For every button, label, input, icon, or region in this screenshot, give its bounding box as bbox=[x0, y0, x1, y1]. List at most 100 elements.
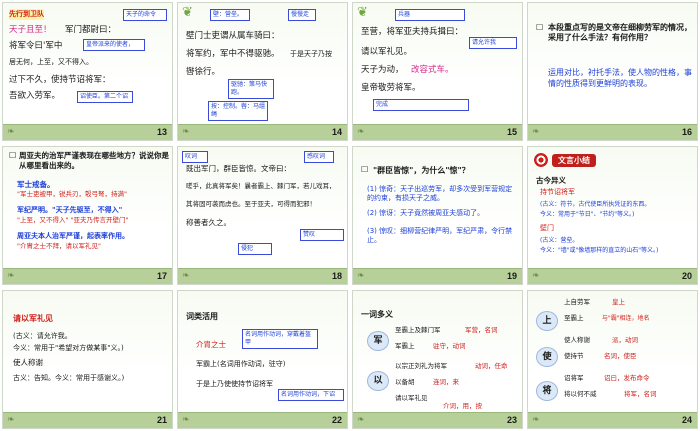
annotation-box: 诏使臣。第二个诏 bbox=[77, 91, 133, 103]
slide-text: 词类活用 bbox=[186, 312, 218, 321]
slide-footer-bar: ❧ 14 bbox=[178, 124, 347, 140]
slide-thumbnail-24[interactable]: 上 使 将 上自劳军 皇上 至霸上 与"霸"相连，地名 使人称谢 派，动词 使持… bbox=[527, 290, 698, 429]
annotation-box: 壁：营垒。 bbox=[210, 9, 250, 21]
char-bubble-jiang: 将 bbox=[536, 381, 558, 401]
slide-text: 军营，名词 bbox=[465, 326, 498, 334]
annotation-box: 皇帝派来的使者， bbox=[83, 39, 145, 51]
slide-number: 22 bbox=[331, 415, 342, 425]
slide-text: 诏曰，发布命令 bbox=[604, 374, 650, 382]
slide-footer-bar: ❧ 19 bbox=[353, 268, 522, 284]
slide-text: 派，动词 bbox=[612, 336, 638, 344]
slide-footer-bar: ❧ 16 bbox=[528, 124, 697, 140]
slide-text: 其将固可袭而虏也。至于亚夫，可得而犯邪！ bbox=[186, 200, 316, 208]
annotation-box: 慢慢走 bbox=[288, 9, 316, 21]
slide-footer-bar: ❧ 15 bbox=[353, 124, 522, 140]
slide-text: 吾欲入劳军。 bbox=[9, 91, 61, 101]
checkbox-icon: ☐ bbox=[9, 151, 17, 160]
leaf-icon: ❧ bbox=[532, 127, 540, 137]
slide-thumbnail-23[interactable]: 一词多义 军 以 至霸上及棘门军 军营，名词 军霸上 驻守，动词 以宗正刘礼为将… bbox=[352, 290, 523, 429]
slide-text: (3) 惊叹：细柳营纪律严明，军纪严肃，令行禁止。 bbox=[367, 227, 513, 244]
char-bubble-shang: 上 bbox=[536, 311, 558, 331]
slide-text: "军士吏被甲，锐兵刃，彀弓弩，持满" bbox=[17, 190, 127, 198]
slide-number: 17 bbox=[156, 271, 167, 281]
leaf-icon: ❧ bbox=[182, 415, 190, 425]
slide-text: (古义：请允许我。 bbox=[13, 332, 72, 340]
slide-thumbnail-19[interactable]: ☐ "群臣皆惊"，为什么"惊"？ (1) 惊奇：天子出巡劳军，却多次受到军营规定… bbox=[352, 146, 523, 285]
annotation-box: 驱驰：策马快跑。 bbox=[228, 79, 274, 99]
slide-text: 驻守，动词 bbox=[433, 342, 466, 350]
slide-text: 请以军礼见 bbox=[395, 394, 428, 402]
slide-thumbnail-15[interactable]: ❦ 至营，将军亚夫持兵揖曰： 请以军礼见。 天子为动， 改容式车。 皇帝敬劳将军… bbox=[352, 2, 523, 141]
char-bubble-shi: 使 bbox=[536, 347, 558, 367]
slide-thumbnail-21[interactable]: 请以军礼见 (古义：请允许我。 今义：常用于"希望对方做某事"义。) 使人称谢 … bbox=[2, 290, 173, 429]
slide-text: 天子为动， bbox=[361, 65, 404, 75]
slide-text: 持节诏将军 bbox=[540, 188, 575, 196]
slide-number: 18 bbox=[331, 271, 342, 281]
slide-text: 周亚夫的治军严谨表现在哪些地方？说说你是从哪里看出来的。 bbox=[19, 151, 169, 170]
annotation-box: 天子的命令 bbox=[123, 9, 167, 21]
slide-text: 于是天子乃按 bbox=[290, 50, 332, 58]
slide-text: 壁门士吏谓从属车骑曰： bbox=[186, 31, 280, 41]
slide-thumbnail-20[interactable]: 文言小结 古今异义 持节诏将军 (古义：符节，古代使臣所执凭证的东西。 今义：常… bbox=[527, 146, 698, 285]
slide-text: 至霸上及棘门军 bbox=[395, 326, 441, 334]
slide-number: 20 bbox=[681, 271, 692, 281]
annotation-box: 感叹词 bbox=[304, 151, 334, 163]
slide-footer-bar: ❧ 20 bbox=[528, 268, 697, 284]
slide-number: 19 bbox=[506, 271, 517, 281]
slide-text: 居无何，上至，又不得入。 bbox=[9, 58, 93, 66]
slide-thumbnail-17[interactable]: ☐ 周亚夫的治军严谨表现在哪些地方？说说你是从哪里看出来的。 军士戒备。 "军士… bbox=[2, 146, 173, 285]
slide-number: 16 bbox=[681, 127, 692, 137]
annotation-box: 名词用作动词，下诏 bbox=[278, 389, 344, 401]
slide-text: 嗟乎，此真将军矣！曩者霸上、棘门军，若儿戏耳， bbox=[186, 182, 336, 190]
leaf-icon: ❧ bbox=[532, 415, 540, 425]
char-bubble-yi: 以 bbox=[367, 371, 389, 391]
slide-text: 使持节 bbox=[564, 352, 584, 360]
slide-text: 至营，将军亚夫持兵揖曰： bbox=[361, 27, 464, 37]
slide-text: 过下不久， bbox=[9, 75, 52, 85]
slide-text: 将军令曰'军中 bbox=[9, 41, 63, 51]
slide-thumbnail-16[interactable]: ☐ 本段重点写的是文帝在细柳劳军的情况，采用了什么手法？有何作用？ 运用对比，衬… bbox=[527, 2, 698, 141]
slide-text: 本段重点写的是文帝在细柳劳军的情况，采用了什么手法？有何作用？ bbox=[548, 23, 692, 42]
annotation-box: 叹词 bbox=[182, 151, 208, 163]
slide-text: 既出军门，群臣皆惊。文帝曰： bbox=[186, 164, 291, 173]
slide-text: 改容式车。 bbox=[411, 65, 454, 75]
target-icon bbox=[534, 153, 548, 167]
slide-footer-bar: ❧ 18 bbox=[178, 268, 347, 284]
annotation-box: 完成 bbox=[373, 99, 469, 111]
leaf-icon: ❧ bbox=[7, 127, 15, 137]
slide-text: 请以军礼见 bbox=[13, 314, 53, 323]
slide-thumbnail-22[interactable]: 词类活用 介胄之士 名词用作动词，穿戴着盔甲 军霸上(名词用作动词，驻守) 于是… bbox=[177, 290, 348, 429]
slide-number: 23 bbox=[506, 415, 517, 425]
slide-text: (1) 惊奇：天子出巡劳军，却多次受到军营规定的约束，有损天子之威。 bbox=[367, 185, 513, 202]
slide-text: 介胄之士 bbox=[196, 340, 226, 349]
slide-text: 皇上 bbox=[612, 298, 625, 306]
slide-sorter-grid: 先行到卫队 天子且至！ 军门都尉曰： 将军令曰'军中 居无何，上至，又不得入。 … bbox=[0, 0, 700, 431]
slide-thumbnail-13[interactable]: 先行到卫队 天子且至！ 军门都尉曰： 将军令曰'军中 居无何，上至，又不得入。 … bbox=[2, 2, 173, 141]
slide-number: 24 bbox=[681, 415, 692, 425]
slide-text: "上至，又不得入" "亚夫乃传言开壁门" bbox=[17, 216, 129, 224]
slide-text: 与"霸"相连，地名 bbox=[602, 315, 650, 322]
slide-footer-bar: ❧ 21 bbox=[3, 412, 172, 428]
slide-text: 一词多义 bbox=[361, 310, 393, 319]
slide-thumbnail-18[interactable]: 既出军门，群臣皆惊。文帝曰： 嗟乎，此真将军矣！曩者霸上、棘门军，若儿戏耳， 其… bbox=[177, 146, 348, 285]
slide-number: 14 bbox=[331, 127, 342, 137]
slide-text: 今义：常用于"希望对方做某事"义。) bbox=[13, 344, 124, 352]
slide-text: 壁门 bbox=[540, 224, 554, 232]
slide-text: 皇帝敬劳将军。 bbox=[361, 83, 421, 93]
leaf-decoration-icon: ❦ bbox=[182, 5, 193, 20]
leaf-icon: ❧ bbox=[357, 271, 365, 281]
slide-text: 连词，来 bbox=[433, 378, 459, 386]
slide-thumbnail-14[interactable]: ❦ 壁门士吏谓从属车骑曰： 将军约，军中不得驱驰。 于是天子乃按 辔徐行。 壁：… bbox=[177, 2, 348, 141]
slide-text: 军霸上(名词用作动词，驻守) bbox=[196, 360, 286, 368]
slide-text: 古义：告知。今义：常用于感谢义。) bbox=[13, 374, 125, 382]
leaf-icon: ❧ bbox=[532, 271, 540, 281]
slide-text: 上自劳军 bbox=[564, 298, 590, 306]
slide-text: "群臣皆惊"，为什么"惊"？ bbox=[373, 166, 470, 175]
slide-text: 动词，任命 bbox=[475, 362, 508, 370]
slide-text: 以备胡 bbox=[395, 378, 415, 386]
slide-text: 军门都尉曰： bbox=[65, 25, 117, 35]
section-title: 文言小结 bbox=[552, 154, 596, 167]
annotation-box: 兵器 bbox=[395, 9, 465, 21]
leaf-icon: ❧ bbox=[357, 415, 365, 425]
slide-text: 使持节诏将军： bbox=[51, 75, 111, 85]
